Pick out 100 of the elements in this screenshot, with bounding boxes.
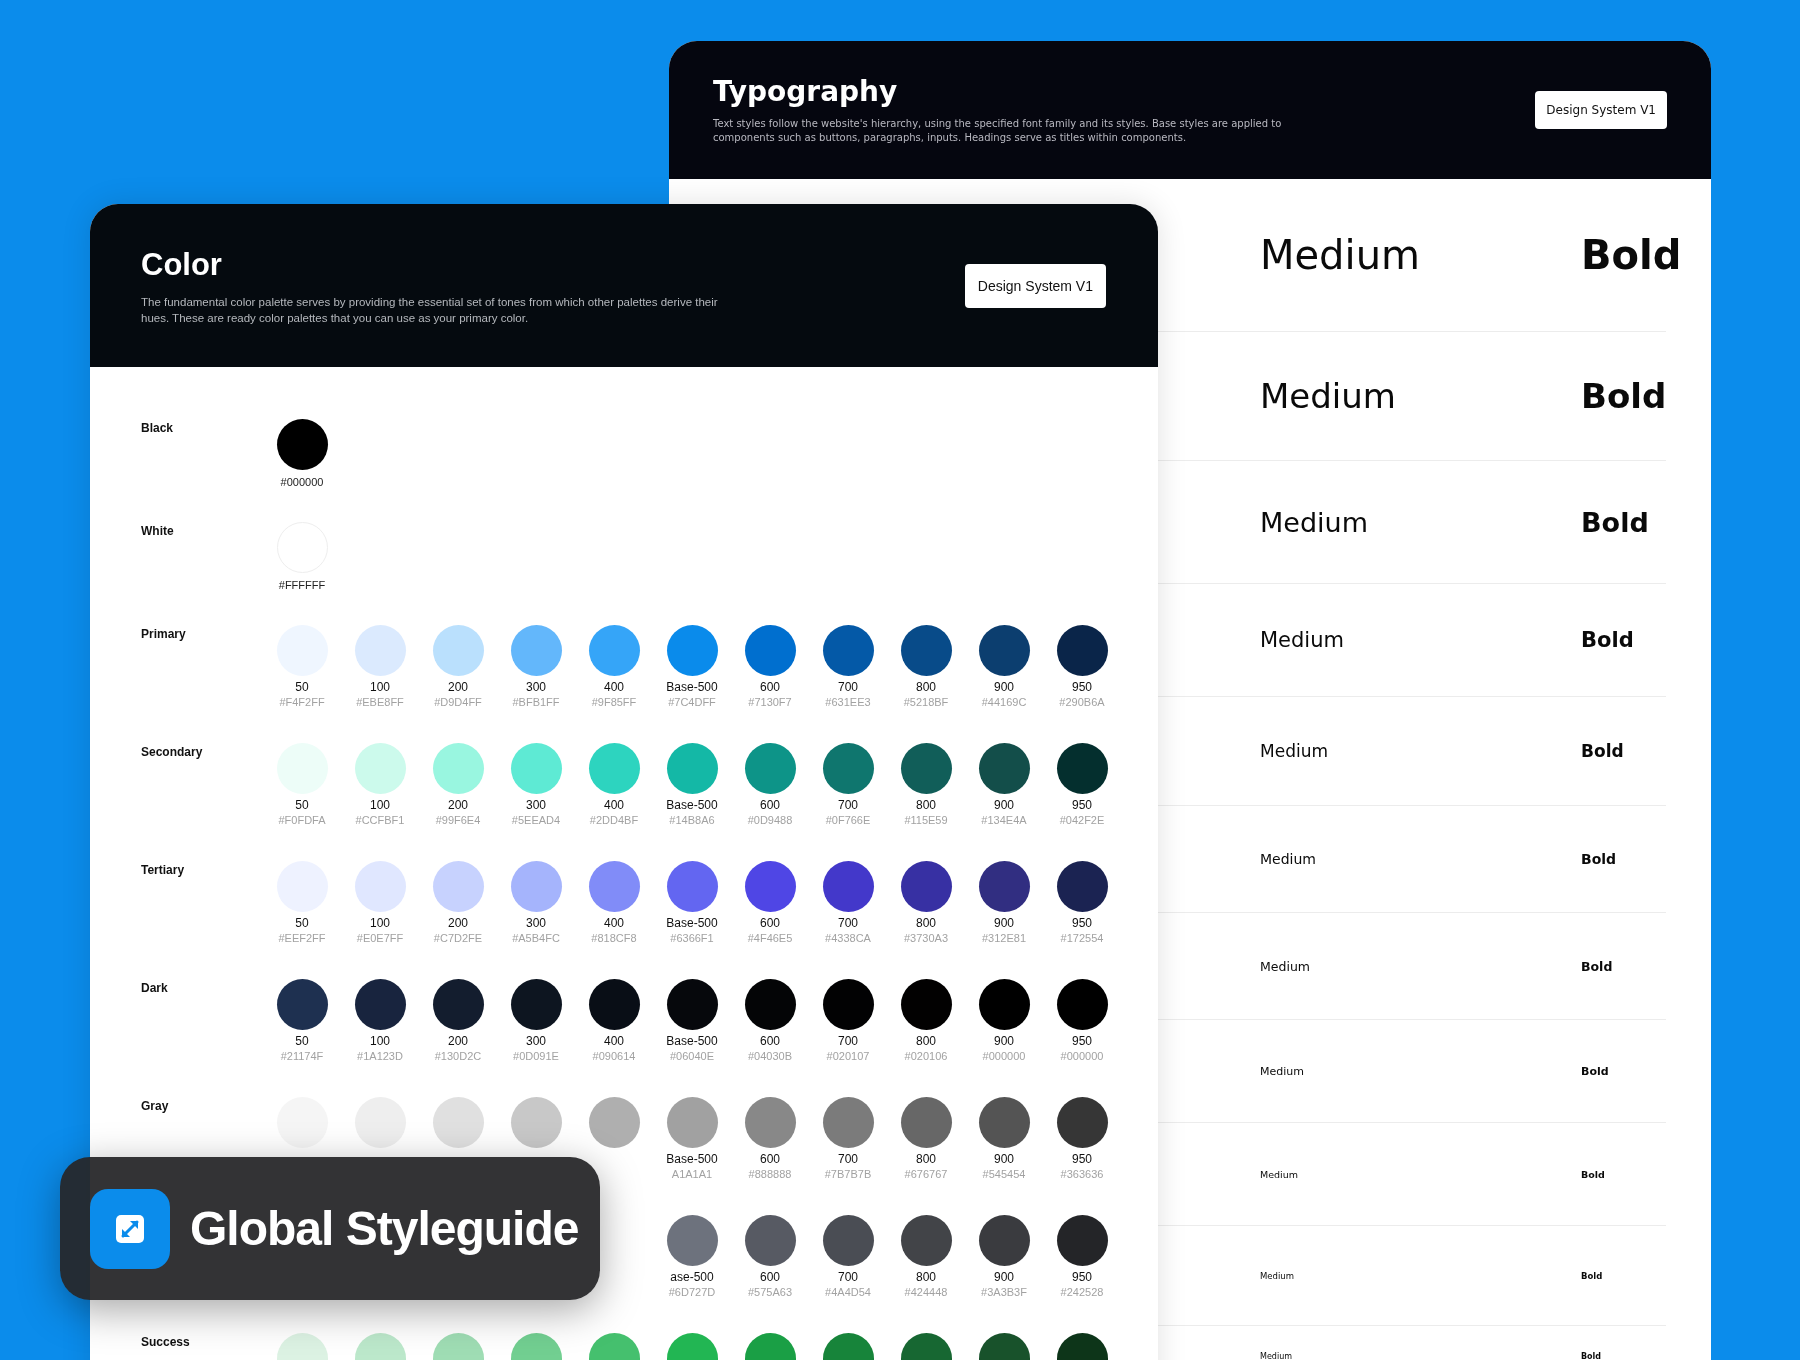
hex-code: #290B6A (1059, 695, 1105, 710)
design-system-button[interactable]: Design System V1 (1535, 91, 1667, 129)
shade-label: 100 (370, 916, 390, 931)
hex-code: #020107 (826, 1049, 870, 1064)
shade-label: 700 (838, 680, 858, 695)
hex-code: #E0E7FF (356, 931, 404, 946)
hex-code: #CCFBF1 (355, 813, 405, 828)
shade-label: 200 (448, 916, 468, 931)
shade-label: 50 (295, 916, 309, 931)
hex-code: #5EEAD4 (511, 813, 561, 828)
bold-sample: Bold (1581, 506, 1650, 538)
hex-code: #4F46E5 (747, 931, 793, 946)
hex-code: #FFFFFF (278, 578, 326, 593)
shade-label: 200 (448, 1034, 468, 1049)
shade-label: 950 (1072, 1270, 1092, 1285)
hex-code: #130D2C (434, 1049, 482, 1064)
shade-label: 100 (370, 798, 390, 813)
medium-sample: Medium (1260, 376, 1397, 416)
medium-sample: Medium (1260, 1351, 1293, 1360)
hex-code: #7C4DFF (668, 695, 716, 710)
shade-label: 950 (1072, 798, 1092, 813)
shade-label: 700 (838, 1152, 858, 1167)
medium-sample: Medium (1260, 628, 1345, 652)
hex-code: #0F766E (825, 813, 871, 828)
shade-label: 600 (760, 680, 780, 695)
hex-code: #BFB1FF (512, 695, 560, 710)
medium-sample: Medium (1260, 1168, 1299, 1180)
shade-label: 50 (295, 798, 309, 813)
shade-label: 600 (760, 916, 780, 931)
shade-label: 100 (370, 1034, 390, 1049)
shade-label: 900 (994, 798, 1014, 813)
palette-name: Dark (141, 981, 169, 996)
hex-code: #888888 (748, 1167, 792, 1182)
palette-name: White (141, 524, 175, 539)
medium-sample: Medium (1260, 1064, 1305, 1078)
bold-sample: Bold (1581, 958, 1614, 974)
medium-sample: Medium (1260, 506, 1369, 538)
hex-code: #06040E (669, 1049, 714, 1064)
shade-label: 800 (916, 798, 936, 813)
shade-label: 800 (916, 1270, 936, 1285)
palette-name: Gray (141, 1099, 170, 1114)
hex-code: #6D727D (668, 1285, 716, 1300)
shade-label: 700 (838, 1270, 858, 1285)
bold-sample: Bold (1581, 1168, 1606, 1180)
medium-sample: Medium (1260, 232, 1421, 278)
shade-label: 900 (994, 1152, 1014, 1167)
bold-sample: Bold (1581, 376, 1667, 416)
hex-code: #000000 (280, 475, 324, 490)
bold-sample: Bold (1581, 232, 1682, 278)
hex-code: #363636 (1060, 1167, 1104, 1182)
shade-label: 300 (526, 1034, 546, 1049)
shade-label: 800 (916, 916, 936, 931)
design-system-button[interactable]: Design System V1 (964, 263, 1106, 308)
hex-code: #C7D2FE (433, 931, 483, 946)
hex-code: #EEF2FF (278, 931, 326, 946)
hex-code: #5218BF (903, 695, 949, 710)
hex-code: #F0FDFA (278, 813, 326, 828)
section-title: Color (141, 245, 223, 284)
shade-label: 900 (994, 916, 1014, 931)
palette-name: Secondary (141, 745, 204, 760)
shade-label: 700 (838, 916, 858, 931)
hex-code: #7B7B7B (824, 1167, 872, 1182)
hex-code: #172554 (1060, 931, 1104, 946)
medium-sample: Medium (1260, 1270, 1295, 1281)
shade-label: 200 (448, 798, 468, 813)
hex-code: #676767 (904, 1167, 948, 1182)
shade-label: 600 (760, 1270, 780, 1285)
shade-label: 700 (838, 1034, 858, 1049)
hex-code: #000000 (1060, 1049, 1104, 1064)
hex-code: #2DD4BF (589, 813, 639, 828)
hex-code: #042F2E (1059, 813, 1105, 828)
shade-label: 50 (295, 680, 309, 695)
hex-code: #424448 (904, 1285, 948, 1300)
shade-label: ase-500 (670, 1270, 714, 1285)
hex-code: #090614 (592, 1049, 636, 1064)
bold-sample: Bold (1581, 1270, 1604, 1281)
bold-sample: Bold (1581, 1064, 1610, 1078)
section-description: The fundamental color palette serves by providing the essential set of tones from which other palettes derive their hues. These are ready color palettes that you can use as your primary color. (141, 294, 719, 326)
hex-code: #7130F7 (748, 695, 792, 710)
hex-code: #631EE3 (825, 695, 871, 710)
palette-name: Tertiary (141, 863, 186, 878)
bold-sample: Bold (1581, 1351, 1603, 1360)
hex-code: #EBE8FF (356, 695, 404, 710)
palette-name: Success (141, 1335, 191, 1350)
hex-code: #312E81 (981, 931, 1026, 946)
shade-label: 300 (526, 916, 546, 931)
shade-label: 950 (1072, 1152, 1092, 1167)
hex-code: #575A63 (747, 1285, 792, 1300)
hex-code: #3730A3 (903, 931, 948, 946)
hex-code: #04030B (747, 1049, 792, 1064)
hex-code: #D9D4FF (434, 695, 482, 710)
shade-label: 900 (994, 1034, 1014, 1049)
shade-label: 900 (994, 680, 1014, 695)
shade-label: 400 (604, 798, 624, 813)
shade-label: 400 (604, 680, 624, 695)
hex-code: #6366F1 (670, 931, 714, 946)
hex-code: #0D091E (513, 1049, 559, 1064)
shade-label: 600 (760, 798, 780, 813)
medium-sample: Medium (1260, 851, 1317, 867)
shade-label: Base-500 (666, 1152, 718, 1167)
